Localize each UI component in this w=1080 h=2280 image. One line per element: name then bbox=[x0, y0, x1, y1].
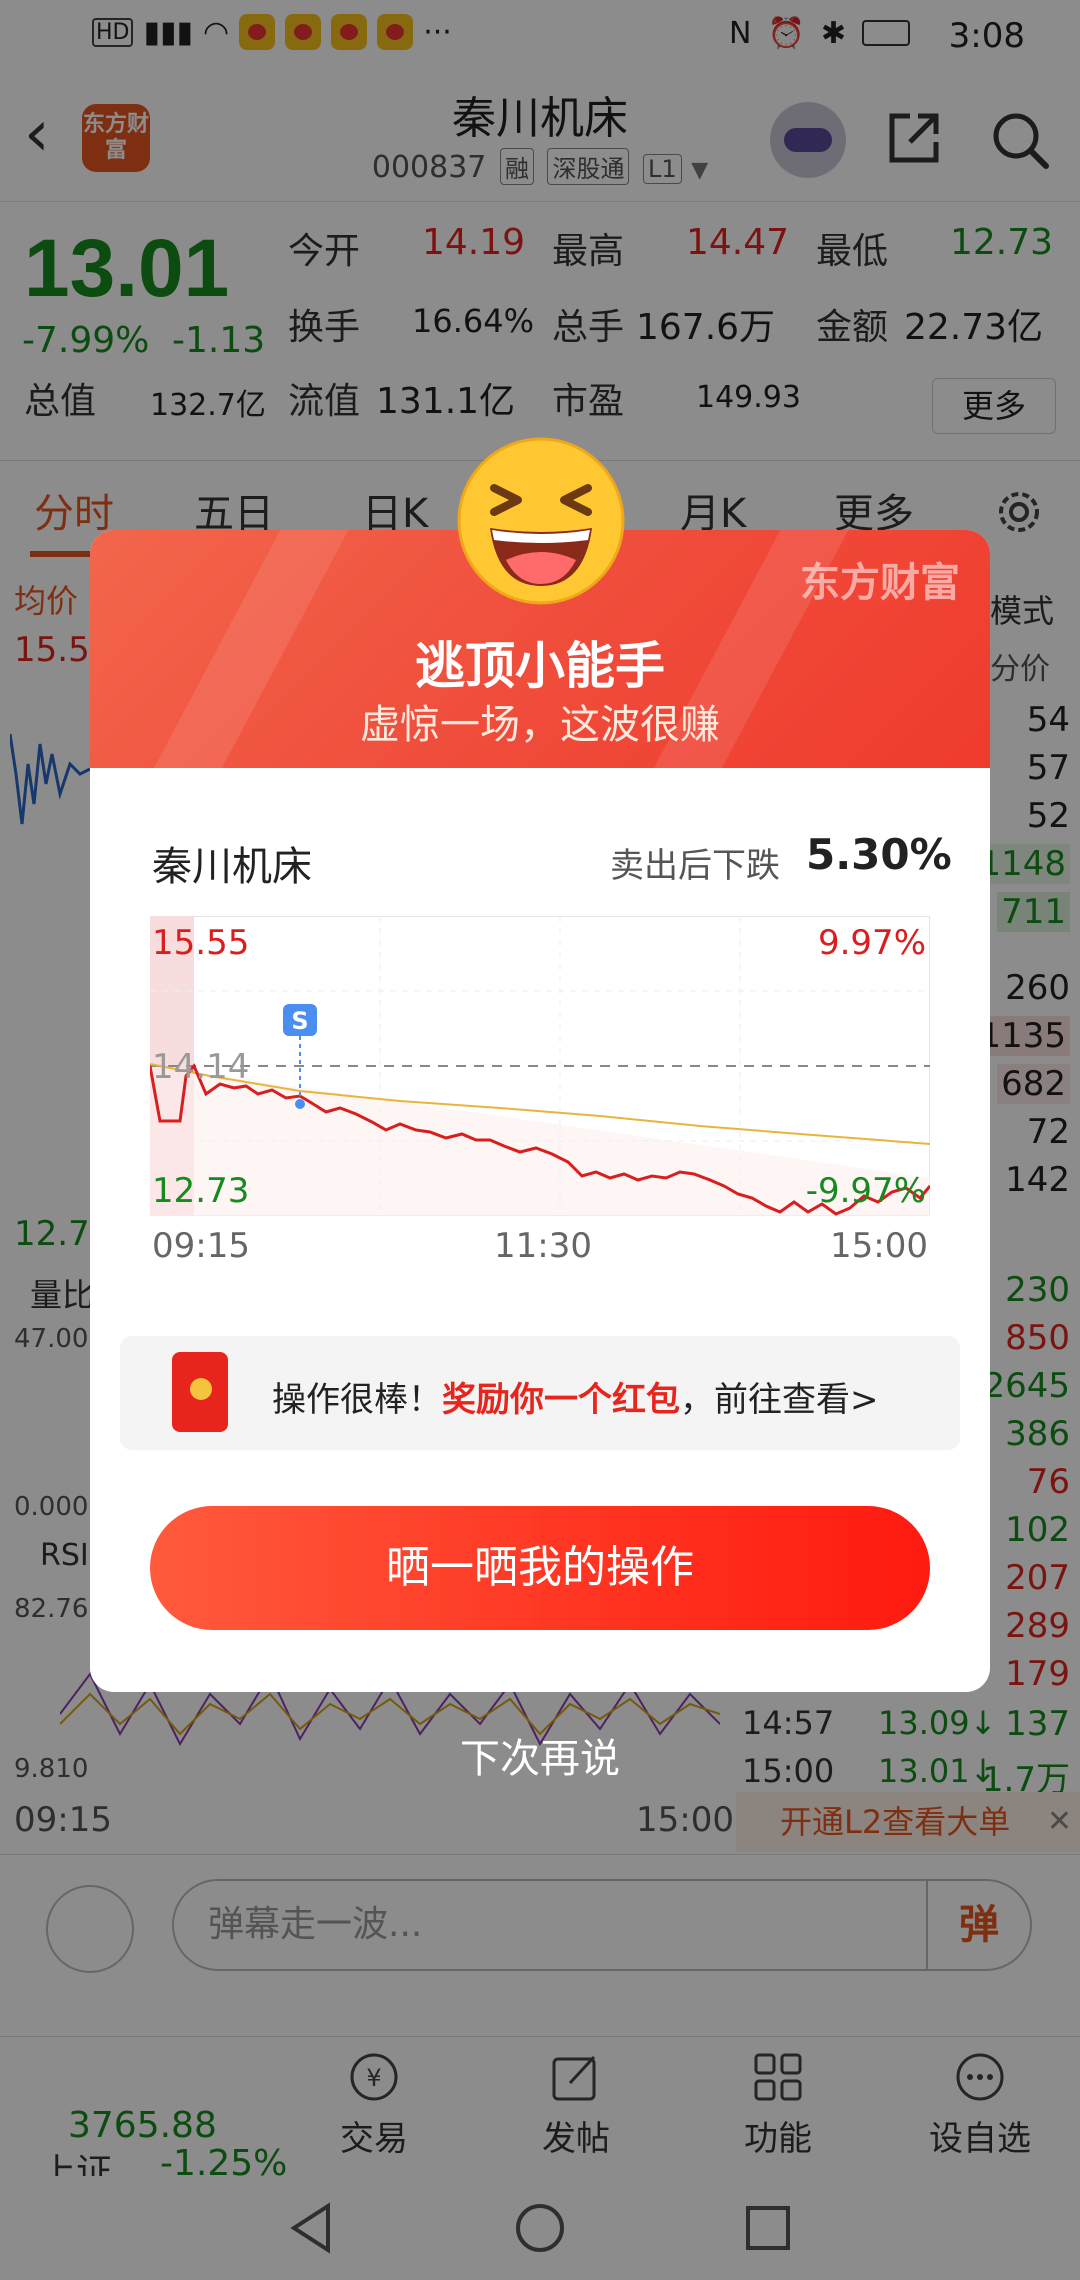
laughing-emoji-icon bbox=[457, 437, 625, 605]
reward-prefix: 操作很棒！ bbox=[272, 1380, 442, 1420]
reward-highlight: 奖励你一个红包 bbox=[442, 1380, 680, 1420]
dialog-stock-name: 秦川机床 bbox=[152, 844, 312, 890]
chart-y-low: 12.73 bbox=[152, 1171, 249, 1211]
chart-x-start: 09:15 bbox=[152, 1226, 250, 1266]
chart-y-high: 15.55 bbox=[152, 923, 249, 963]
chart-pct-high: 9.97% bbox=[818, 923, 926, 963]
chart-x-end: 15:00 bbox=[830, 1226, 928, 1266]
reward-suffix: ，前往查看> bbox=[680, 1380, 879, 1420]
achievement-dialog: 东方财富 逃顶小能手 虚惊一场，这波很赚 秦川机床 卖出后下跌 5.30% S … bbox=[90, 530, 990, 1692]
chart-x-mid: 11:30 bbox=[494, 1226, 592, 1266]
drop-after-sell-value: 5.30% bbox=[806, 830, 952, 879]
share-my-trade-button[interactable]: 晒一晒我的操作 bbox=[150, 1506, 930, 1630]
dialog-brand: 东方财富 bbox=[800, 560, 960, 606]
chart-pct-low: -9.97% bbox=[806, 1171, 926, 1211]
dialog-subtitle: 虚惊一场，这波很赚 bbox=[360, 702, 720, 748]
chart-y-mid: 14.14 bbox=[152, 1047, 249, 1087]
sell-marker-label: S bbox=[291, 1007, 308, 1035]
reward-text: 操作很棒！奖励你一个红包，前往查看> bbox=[272, 1372, 879, 1421]
red-envelope-reward[interactable]: 操作很棒！奖励你一个红包，前往查看> bbox=[120, 1336, 960, 1450]
dialog-title: 逃顶小能手 bbox=[415, 637, 665, 695]
red-envelope-icon bbox=[172, 1352, 228, 1432]
dismiss-later-button[interactable]: 下次再说 bbox=[0, 1726, 1080, 1784]
drop-after-sell-label: 卖出后下跌 bbox=[610, 846, 780, 886]
trade-mini-chart: S 15.55 14.14 12.73 9.97% -9.97% bbox=[150, 916, 930, 1216]
